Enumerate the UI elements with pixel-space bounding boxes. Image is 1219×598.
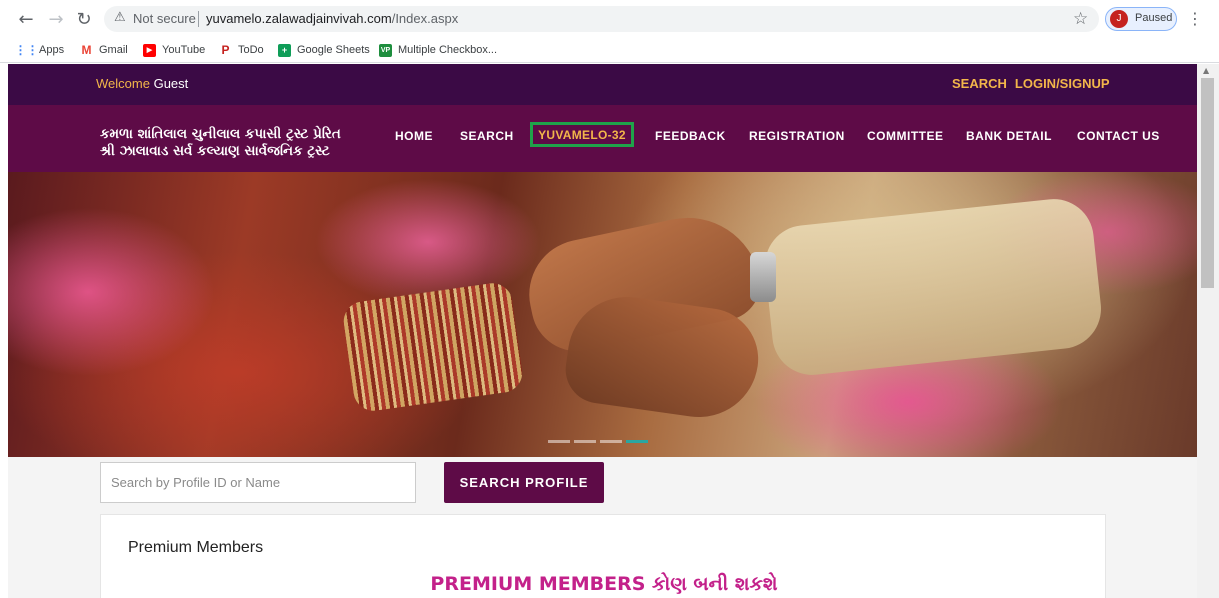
- carousel-dot[interactable]: [574, 440, 596, 443]
- nav-contact-us[interactable]: CONTACT US: [1077, 129, 1160, 143]
- welcome-text: Welcome Guest: [96, 76, 188, 91]
- avatar: J: [1110, 10, 1128, 28]
- hero-watch-shape: [750, 252, 776, 302]
- premium-heading: PREMIUM MEMBERS કોણ બની શકશે: [430, 573, 778, 595]
- profile-button[interactable]: J Paused: [1105, 7, 1177, 31]
- nav-yuvamelo-32[interactable]: YUVAMELO-32: [530, 122, 634, 147]
- browser-toolbar: ← → ↻ ⚠ Not secure yuvamelo.zalawadjainv…: [0, 0, 1219, 38]
- nav-bank-detail[interactable]: BANK DETAIL: [966, 129, 1052, 143]
- bookmark-label: ToDo: [238, 44, 264, 56]
- nav-registration[interactable]: REGISTRATION: [749, 129, 845, 143]
- bookmark-star-icon[interactable]: ☆: [1073, 9, 1088, 29]
- vp-icon: VP: [379, 43, 392, 57]
- welcome-label: Welcome: [96, 76, 150, 91]
- sheets-icon: +: [278, 43, 291, 57]
- page-viewport: Welcome Guest SEARCH LOGIN/SIGNUP કમળા શા…: [8, 64, 1197, 598]
- main-nav: કમળા શાંતિલાલ ચુનીલાલ કપાસી ટ્રસ્ટ પ્રેર…: [8, 105, 1197, 172]
- url-domain: yuvamelo.zalawadjainvivah.com: [206, 11, 392, 26]
- nav-feedback[interactable]: FEEDBACK: [655, 129, 726, 143]
- warning-icon[interactable]: ⚠: [114, 10, 126, 25]
- back-icon[interactable]: ←: [14, 7, 38, 31]
- carousel-indicators: [548, 440, 648, 443]
- reload-icon[interactable]: ↻: [72, 7, 96, 31]
- bookmark-label: Multiple Checkbox...: [398, 44, 498, 56]
- bookmark-google-sheets[interactable]: + Google Sheets: [278, 42, 370, 58]
- card-title: Premium Members: [128, 539, 264, 556]
- apps-grid-icon: ⋮⋮: [14, 43, 39, 57]
- hero-bangles-shape: [341, 280, 525, 414]
- top-bar: Welcome Guest SEARCH LOGIN/SIGNUP: [8, 64, 1197, 105]
- nav-yuvamelo-label: YUVAMELO-32: [538, 128, 626, 142]
- bookmark-label: YouTube: [162, 44, 206, 56]
- address-divider: [198, 11, 199, 27]
- bookmark-label: Apps: [39, 44, 65, 56]
- hero-banner-image: [8, 172, 1197, 457]
- bookmark-youtube[interactable]: ▶ YouTube: [143, 42, 205, 58]
- url-text[interactable]: yuvamelo.zalawadjainvivah.com/Index.aspx: [206, 11, 458, 26]
- brand-line-1: કમળા શાંતિલાલ ચુનીલાલ કપાસી ટ્રસ્ટ પ્રેર…: [100, 126, 341, 142]
- carousel-dot-active[interactable]: [626, 440, 648, 443]
- carousel-dot[interactable]: [548, 440, 570, 443]
- gmail-icon: M: [81, 43, 92, 57]
- bookmark-multiple-checkbox[interactable]: VP Multiple Checkbox...: [379, 42, 497, 58]
- site-brand[interactable]: કમળા શાંતિલાલ ચુનીલાલ કપાસી ટ્રસ્ટ પ્રેર…: [100, 126, 341, 160]
- top-search-link[interactable]: SEARCH: [952, 76, 1007, 91]
- carousel-dot[interactable]: [600, 440, 622, 443]
- bookmark-label: Google Sheets: [297, 44, 370, 56]
- url-path: /Index.aspx: [391, 11, 459, 26]
- address-bar[interactable]: ⚠ Not secure yuvamelo.zalawadjainvivah.c…: [104, 6, 1099, 32]
- nav-committee[interactable]: COMMITTEE: [867, 129, 944, 143]
- todo-icon: P: [221, 43, 230, 57]
- premium-members-card: Premium Members PREMIUM MEMBERS કોણ બની …: [100, 514, 1106, 598]
- security-status[interactable]: Not secure: [133, 11, 196, 26]
- nav-home[interactable]: HOME: [395, 129, 433, 143]
- search-profile-button[interactable]: SEARCH PROFILE: [444, 462, 604, 503]
- more-menu-icon[interactable]: ⋮: [1187, 9, 1203, 28]
- scroll-up-icon[interactable]: ▲: [1203, 66, 1209, 75]
- youtube-icon: ▶: [143, 43, 156, 57]
- page-scrollbar[interactable]: ▲: [1197, 64, 1219, 598]
- bookmark-gmail[interactable]: M Gmail: [80, 42, 128, 58]
- bookmarks-bar: ⋮⋮ Apps M Gmail ▶ YouTube P ToDo + Googl…: [0, 38, 1219, 63]
- bookmark-label: Gmail: [99, 44, 128, 56]
- forward-icon[interactable]: →: [44, 7, 68, 31]
- login-signup-link[interactable]: LOGIN/SIGNUP: [1015, 76, 1110, 91]
- profile-search-input[interactable]: [100, 462, 416, 503]
- bookmark-todo[interactable]: P ToDo: [219, 42, 264, 58]
- scrollbar-thumb[interactable]: [1201, 78, 1214, 288]
- user-name: Guest: [153, 76, 189, 91]
- top-links: SEARCH LOGIN/SIGNUP: [952, 76, 1118, 91]
- hero-sleeve-shape: [761, 195, 1105, 379]
- profile-status: Paused: [1135, 12, 1173, 24]
- bookmark-apps[interactable]: ⋮⋮ Apps: [14, 42, 65, 58]
- brand-line-2: શ્રી ઝાલાવાડ સર્વ કલ્યાણ સાર્વજનિક ટ્રસ્…: [100, 143, 330, 159]
- nav-search[interactable]: SEARCH: [460, 129, 514, 143]
